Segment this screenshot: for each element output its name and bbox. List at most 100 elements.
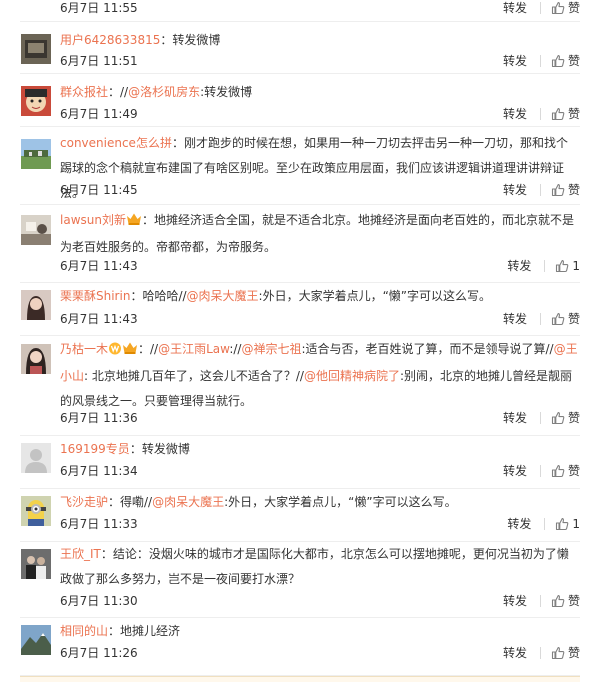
like-button[interactable]: 赞 (551, 410, 580, 426)
comment-meta: 6月7日 11:43 转发 1 (60, 258, 580, 274)
mention-link[interactable]: @肉呆大魔王 (187, 289, 259, 303)
vip-badge-icon (108, 339, 122, 364)
action-divider (539, 595, 541, 607)
comment-actions: 转发 赞 (503, 645, 580, 661)
comment-text: ：转发微博 (160, 33, 221, 47)
like-button[interactable]: 赞 (551, 593, 580, 609)
comment-content: 169199专员：转发微博 (60, 437, 578, 462)
comment-meta: 6月7日 11:30 转发 赞 (60, 593, 580, 609)
comment-content: 王欣_IT：结论：没烟火味的城市才是国际化大都市，北京怎么可以摆地摊呢，更何况当… (60, 542, 578, 592)
repost-button[interactable]: 转发 (503, 53, 527, 69)
action-divider (539, 2, 541, 14)
like-button[interactable]: 赞 (551, 0, 580, 16)
action-divider (539, 184, 541, 196)
comment-username[interactable]: convenience怎么拼 (60, 136, 172, 150)
user-avatar[interactable] (21, 496, 51, 526)
user-avatar[interactable] (21, 34, 51, 64)
user-avatar[interactable] (21, 625, 51, 655)
comment-actions: 转发 赞 (503, 311, 580, 327)
repost-button[interactable]: 转发 (503, 463, 527, 479)
comment-content: lawsun刘新 ：地摊经济适合全国，就是不适合北京。地摊经济是面向老百姓的，而北… (60, 208, 578, 260)
comment-item: 乃枯一木 ：//@王江雨Law://@禅宗七祖:适合与否，老百姓说了算，而不是领导… (0, 336, 600, 436)
thumbs-up-icon (551, 312, 568, 326)
like-button[interactable]: 1 (555, 258, 580, 274)
like-button[interactable]: 赞 (551, 106, 580, 122)
comment-meta: 6月7日 11:36 转发 赞 (60, 410, 580, 426)
user-avatar[interactable] (21, 290, 51, 320)
like-button[interactable]: 1 (555, 516, 580, 532)
thumbs-up-icon (551, 411, 568, 425)
comment-time: 6月7日 11:55 (60, 1, 138, 15)
comment-username[interactable]: 群众报社 (60, 85, 108, 99)
comment-text: ：得嘞//@肉呆大魔王:外日，大家学着点儿，“懒”字可以这么写。 (108, 495, 457, 509)
crown-badge-icon (122, 339, 138, 364)
comment-meta: 6月7日 11:43 转发 赞 (60, 311, 580, 327)
mention-link[interactable]: @禅宗七祖 (241, 342, 301, 356)
like-label: 赞 (567, 312, 580, 326)
comment-username[interactable]: 栗栗酥Shirin (60, 289, 130, 303)
mention-link[interactable]: @王江雨Law (158, 342, 229, 356)
comment-time: 6月7日 11:43 (60, 312, 138, 326)
repost-button[interactable]: 转发 (507, 258, 531, 274)
comment-time: 6月7日 11:45 (60, 183, 138, 197)
thumbs-up-icon (551, 1, 568, 15)
like-button[interactable]: 赞 (551, 53, 580, 69)
like-label: 赞 (567, 646, 580, 660)
user-avatar[interactable] (21, 215, 51, 245)
user-avatar[interactable] (21, 139, 51, 169)
like-label: 1 (572, 259, 580, 273)
comment-username[interactable]: 王欣_IT (60, 547, 101, 561)
thumbs-up-icon (551, 594, 568, 608)
action-divider (539, 647, 541, 659)
like-button[interactable]: 赞 (551, 311, 580, 327)
thumbs-up-icon (551, 107, 568, 121)
comment-content: 栗栗酥Shirin：哈哈哈//@肉呆大魔王:外日，大家学着点儿，“懒”字可以这么… (60, 284, 578, 309)
thumbs-up-icon (555, 517, 572, 531)
comment-actions: 转发 赞 (503, 53, 580, 69)
comment-username[interactable]: 乃枯一木 (60, 342, 108, 356)
comment-meta: 6月7日 11:26 转发 赞 (60, 645, 580, 661)
like-button[interactable]: 赞 (551, 645, 580, 661)
comment-username[interactable]: 相同的山 (60, 624, 108, 638)
like-button[interactable]: 赞 (551, 463, 580, 479)
comment-actions: 转发 赞 (503, 463, 580, 479)
repost-button[interactable]: 转发 (503, 593, 527, 609)
comment-username[interactable]: lawsun刘新 (60, 213, 126, 227)
user-avatar[interactable] (21, 344, 51, 374)
user-avatar[interactable] (21, 549, 51, 579)
mention-link[interactable]: @他回精神病院了 (304, 369, 400, 383)
comment-item: 用户6428633815：转发微博 6月7日 11:51 转发赞 (0, 22, 600, 74)
repost-button[interactable]: 转发 (503, 182, 527, 198)
like-button[interactable]: 赞 (551, 182, 580, 198)
comment-username[interactable]: 169199专员 (60, 442, 130, 456)
repost-button[interactable]: 转发 (503, 645, 527, 661)
mention-link[interactable]: @洛杉矶房东 (128, 85, 200, 99)
like-label: 赞 (567, 464, 580, 478)
mention-link[interactable]: @肉呆大魔王 (152, 495, 224, 509)
comment-username[interactable]: 用户6428633815 (60, 33, 160, 47)
comment-text: ：哈哈哈//@肉呆大魔王:外日，大家学着点儿，“懒”字可以这么写。 (130, 289, 492, 303)
like-label: 赞 (567, 183, 580, 197)
user-avatar[interactable] (21, 443, 51, 473)
crown-badge-icon (126, 210, 142, 235)
comment-item: 169199专员：转发微博 6月7日 11:34 转发 赞 (0, 436, 600, 489)
action-divider (539, 465, 541, 477)
repost-button[interactable]: 转发 (503, 311, 527, 327)
comment-item: 相同的山：地摊儿经济 6月7日 11:26 转发 赞 (0, 618, 600, 676)
repost-button[interactable]: 转发 (503, 410, 527, 426)
comment-time: 6月7日 11:33 (60, 517, 138, 531)
comment-text: ：//@洛杉矶房东:转发微博 (108, 85, 253, 99)
repost-button[interactable]: 转发 (507, 516, 531, 532)
user-avatar[interactable] (21, 86, 51, 116)
comment-item: 6月7日 11:55 转发 赞 (0, 0, 600, 22)
thumbs-up-icon (551, 464, 568, 478)
comment-actions: 转发 赞 (503, 0, 580, 16)
comment-username[interactable]: 飞沙走驴 (60, 495, 108, 509)
repost-button[interactable]: 转发 (503, 106, 527, 122)
comment-item: 群众报社：//@洛杉矶房东:转发微博 6月7日 11:49 转发 赞 (0, 74, 600, 127)
comment-actions: 转发 1 (507, 516, 580, 532)
comment-meta: 6月7日 11:33 转发 1 (60, 516, 580, 532)
repost-button[interactable]: 转发 (503, 0, 527, 16)
thumbs-up-icon (551, 183, 568, 197)
comment-text: ：地摊儿经济 (108, 624, 181, 638)
